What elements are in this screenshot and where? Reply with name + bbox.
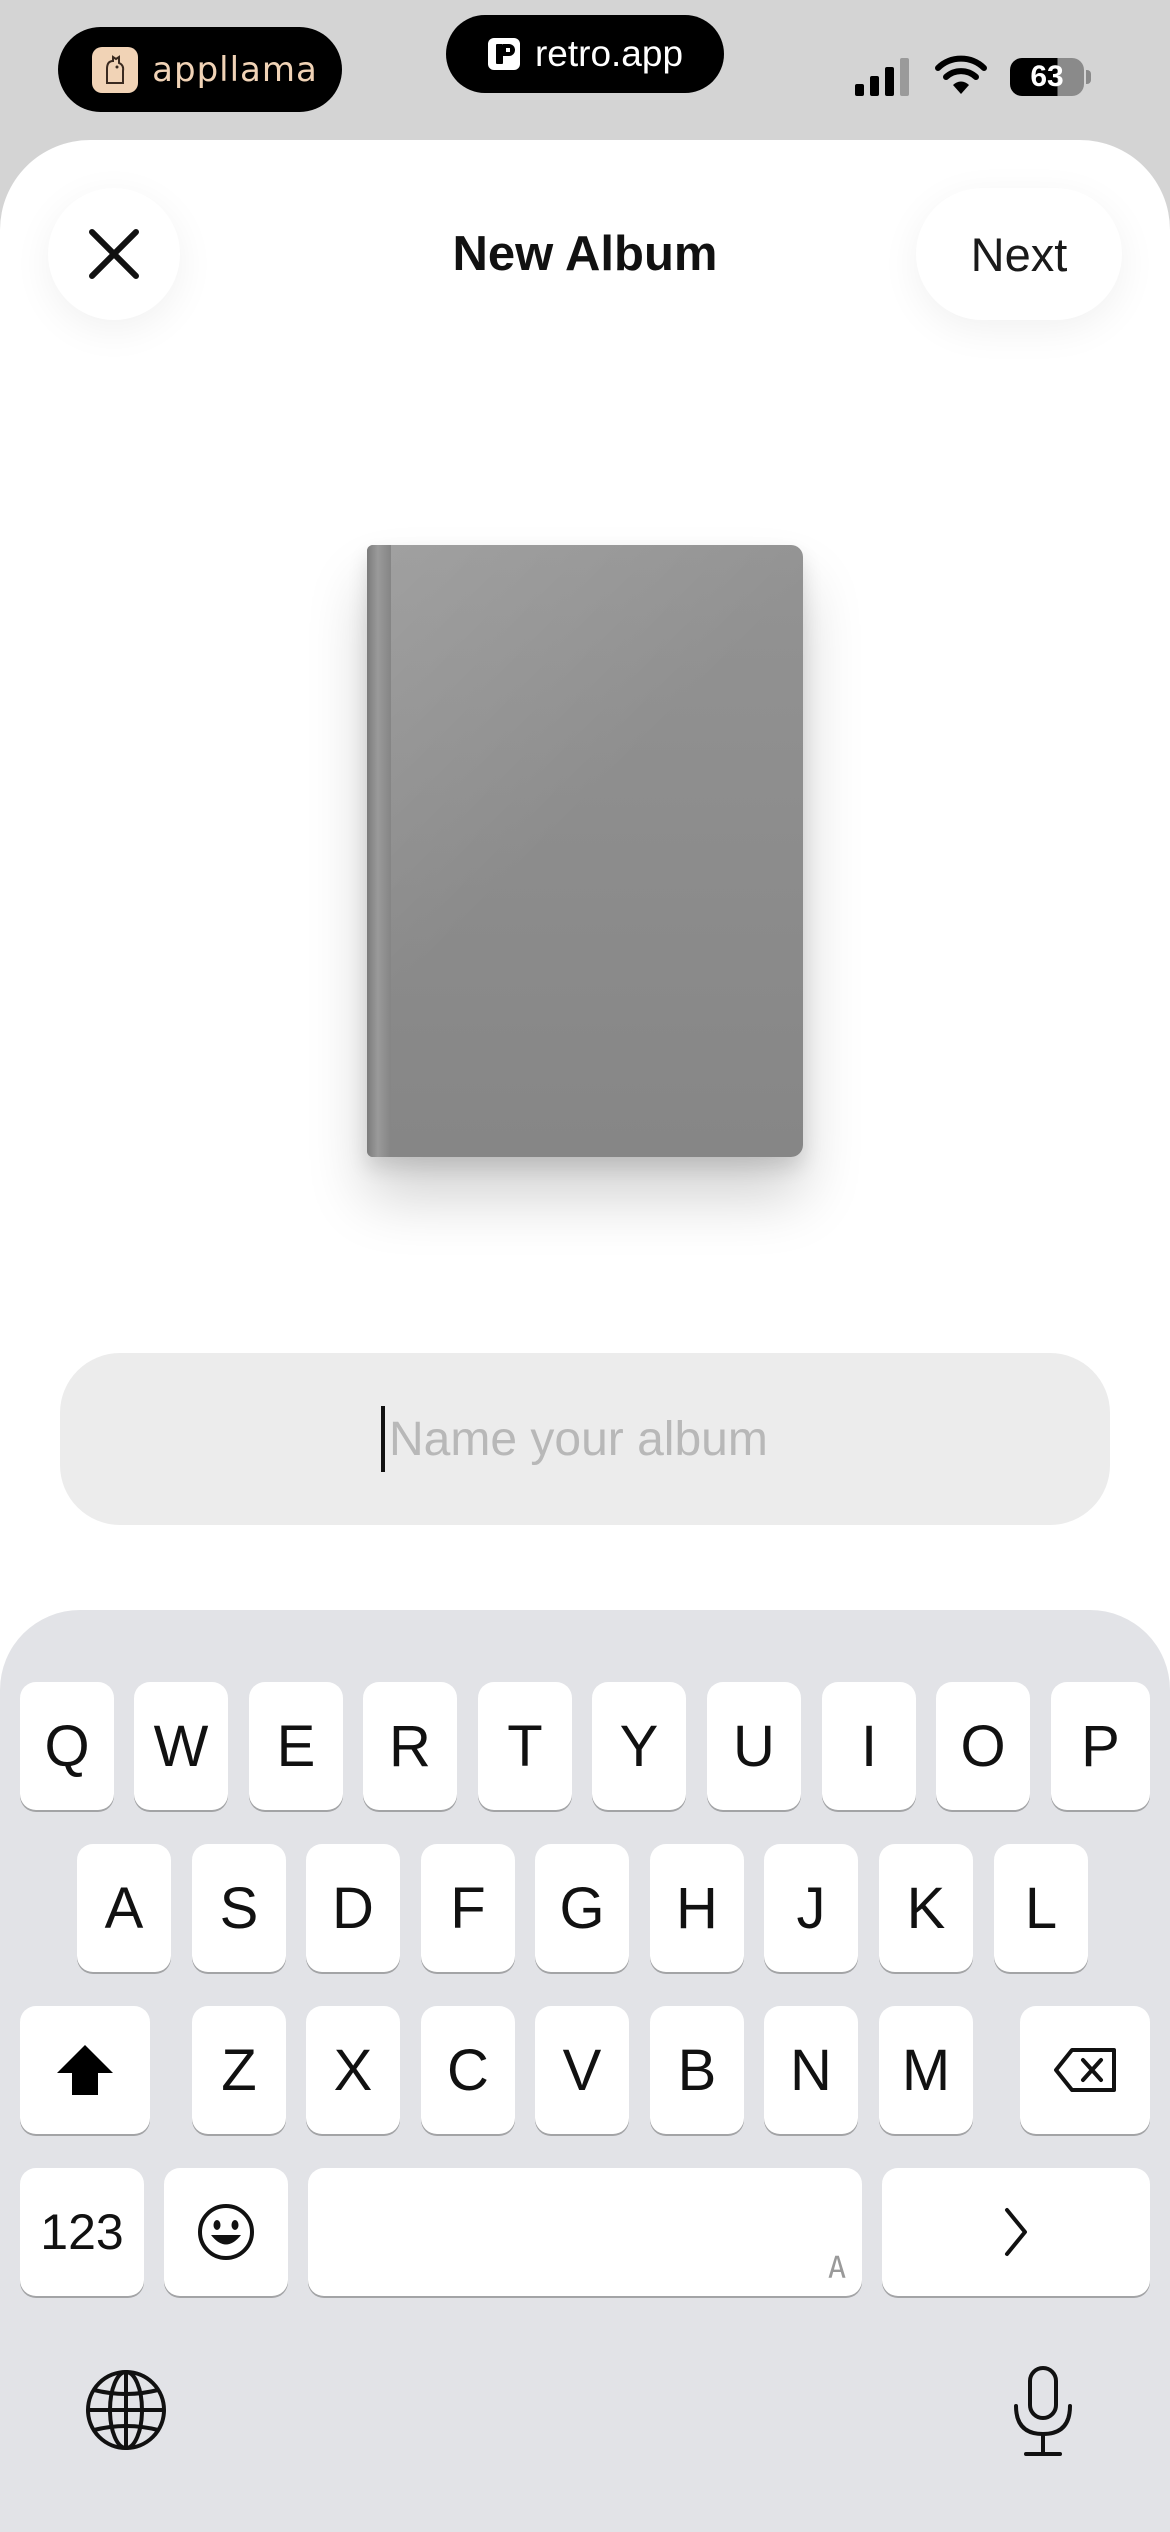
next-field-key[interactable]	[882, 2168, 1150, 2296]
key-j[interactable]: J	[764, 1844, 858, 1972]
key-u[interactable]: U	[707, 1682, 801, 1810]
battery-level: 63	[1030, 60, 1064, 93]
shift-icon	[57, 2045, 113, 2095]
key-v[interactable]: V	[535, 2006, 629, 2134]
battery-indicator: 63	[1010, 58, 1084, 96]
album-book-icon[interactable]	[367, 545, 803, 1157]
retro-logo-icon	[487, 38, 520, 70]
album-name-field[interactable]	[60, 1353, 1110, 1525]
next-button[interactable]: Next	[916, 188, 1122, 320]
key-i[interactable]: I	[822, 1682, 916, 1810]
key-m[interactable]: M	[879, 2006, 973, 2134]
url-pill[interactable]: retro.app	[446, 15, 724, 93]
key-q[interactable]: Q	[20, 1682, 114, 1810]
key-h[interactable]: H	[650, 1844, 744, 1972]
microphone-icon[interactable]	[1010, 2364, 1076, 2460]
llama-logo-icon	[92, 46, 139, 93]
cellular-signal-icon	[855, 58, 909, 96]
key-g[interactable]: G	[535, 1844, 629, 1972]
url-label: retro.app	[534, 33, 684, 74]
key-r[interactable]: R	[363, 1682, 457, 1810]
text-caret	[381, 1406, 385, 1472]
key-d[interactable]: D	[306, 1844, 400, 1972]
book-spine	[367, 545, 391, 1157]
keyboard: Q W E R T Y U I O P A S D F G H J K L Z …	[0, 1610, 1170, 2532]
globe-icon[interactable]	[84, 2368, 168, 2452]
appllama-pill[interactable]: appllama	[58, 27, 342, 112]
key-w[interactable]: W	[134, 1682, 228, 1810]
emoji-key[interactable]	[164, 2168, 288, 2296]
delete-icon	[1054, 2048, 1116, 2092]
key-o[interactable]: O	[936, 1682, 1030, 1810]
shift-key[interactable]	[20, 2006, 150, 2134]
key-y[interactable]: Y	[592, 1682, 686, 1810]
key-z[interactable]: Z	[192, 2006, 286, 2134]
key-f[interactable]: F	[421, 1844, 515, 1972]
album-name-input[interactable]	[389, 1411, 789, 1467]
space-hint-label: A	[827, 2251, 846, 2286]
key-x[interactable]: X	[306, 2006, 400, 2134]
chevron-right-icon	[1005, 2208, 1027, 2256]
key-n[interactable]: N	[764, 2006, 858, 2134]
book-cover	[391, 545, 803, 1157]
battery-tip	[1086, 70, 1091, 84]
key-l[interactable]: L	[994, 1844, 1088, 1972]
key-a[interactable]: A	[77, 1844, 171, 1972]
key-k[interactable]: K	[879, 1844, 973, 1972]
screen: appllama retro.app 63 New Album Next Nam…	[0, 0, 1170, 2532]
key-e[interactable]: E	[249, 1682, 343, 1810]
key-t[interactable]: T	[478, 1682, 572, 1810]
wifi-icon	[935, 55, 987, 94]
key-p[interactable]: P	[1051, 1682, 1150, 1810]
space-key[interactable]: A	[308, 2168, 862, 2296]
delete-key[interactable]	[1020, 2006, 1150, 2134]
key-b[interactable]: B	[650, 2006, 744, 2134]
emoji-icon	[198, 2204, 254, 2260]
numbers-key[interactable]: 123	[20, 2168, 144, 2296]
key-c[interactable]: C	[421, 2006, 515, 2134]
key-s[interactable]: S	[192, 1844, 286, 1972]
appllama-label: appllama	[152, 49, 318, 90]
